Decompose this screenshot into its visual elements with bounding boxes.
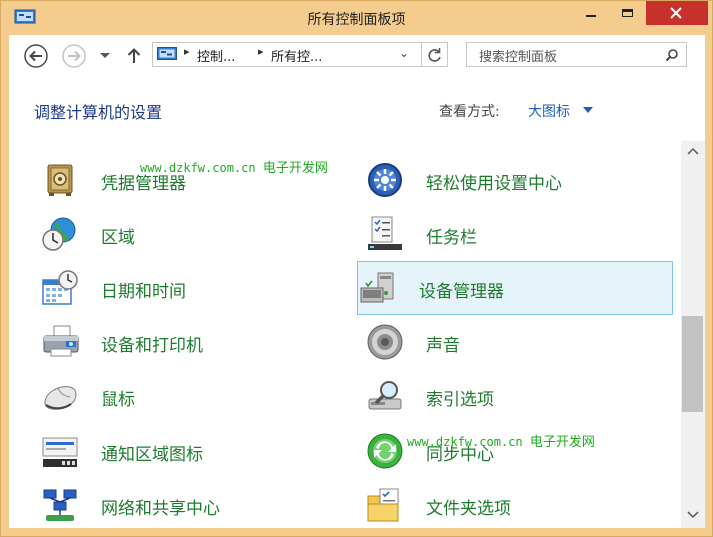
item-label: 设备和打印机: [101, 336, 203, 356]
item-label: 轻松使用设置中心: [426, 174, 562, 194]
vertical-scrollbar[interactable]: [681, 141, 705, 528]
close-icon: [670, 7, 682, 19]
mouse-icon: [44, 386, 77, 410]
refresh-icon: [428, 48, 441, 62]
index-search-icon: [368, 381, 402, 410]
network-sharing-icon: [43, 489, 77, 521]
back-button[interactable]: [23, 43, 49, 69]
items-grid: 凭据管理器 轻松使用设置中心 区域 任务栏 日期和时间 设备管理器 设备和打印机…: [9, 141, 681, 528]
folder-options-icon: [367, 488, 399, 522]
back-arrow-icon: [24, 44, 48, 68]
item-mouse[interactable]: 鼠标: [26, 369, 342, 423]
view-dropdown-arrow-icon[interactable]: [583, 107, 593, 113]
forward-arrow-icon: [62, 44, 86, 68]
item-ease-of-access[interactable]: 轻松使用设置中心: [351, 153, 667, 207]
sync-center-icon: [367, 433, 403, 469]
close-button[interactable]: [646, 1, 708, 25]
item-label: 任务栏: [426, 228, 477, 248]
search-placeholder: 搜索控制面板: [479, 50, 558, 65]
item-device-manager[interactable]: 设备管理器: [357, 261, 673, 315]
item-label: 日期和时间: [101, 282, 186, 302]
up-arrow-icon: [127, 48, 141, 63]
address-bar[interactable]: ▸ 控制... ▸ 所有控... ⌄: [152, 42, 422, 67]
title-bar[interactable]: 所有控制面板项: [1, 1, 712, 35]
up-button[interactable]: [125, 43, 143, 69]
scroll-up-icon[interactable]: [687, 147, 699, 155]
watermark-name: 电子开发网: [262, 161, 328, 176]
view-by-label: 查看方式:: [439, 104, 500, 120]
item-label: 网络和共享中心: [101, 499, 220, 519]
speaker-icon: [367, 324, 403, 360]
watermark-url: www.dzkfw.com.cn: [140, 161, 256, 175]
recent-locations-button[interactable]: [98, 43, 112, 69]
item-notification-area-icons[interactable]: 通知区域图标: [26, 424, 342, 478]
item-folder-options[interactable]: 文件夹选项: [351, 478, 667, 528]
item-label: 声音: [426, 336, 460, 356]
scroll-down-icon[interactable]: [687, 511, 699, 519]
printer-icon: [43, 325, 79, 357]
navigation-bar: ▸ 控制... ▸ 所有控... ⌄ 搜索控制面板: [9, 35, 705, 77]
control-panel-icon: [157, 47, 177, 60]
watermark-url: www.dzkfw.com.cn: [407, 435, 523, 449]
breadcrumb-all-items[interactable]: 所有控...: [271, 46, 322, 65]
calendar-clock-icon: [42, 270, 78, 305]
item-label: 鼠标: [101, 390, 135, 410]
view-by-dropdown[interactable]: 大图标: [528, 101, 570, 121]
breadcrumb-separator-icon[interactable]: ▸: [258, 45, 264, 58]
item-label: 通知区域图标: [101, 445, 203, 465]
item-date-time[interactable]: 日期和时间: [26, 261, 342, 315]
forward-button[interactable]: [61, 43, 87, 69]
minimize-button[interactable]: [569, 1, 613, 25]
device-manager-icon: [360, 272, 394, 303]
page-title: 调整计算机的设置: [34, 103, 163, 122]
item-label: 文件夹选项: [426, 499, 511, 519]
item-region[interactable]: 区域: [26, 207, 342, 261]
control-panel-window: 所有控制面板项 ▸ 控制... ▸ 所有控... ⌄ 搜索控制面板 调整计算机的…: [0, 0, 713, 537]
item-label: 区域: [101, 228, 135, 248]
watermark-1: www.dzkfw.com.cn 电子开发网: [140, 157, 328, 176]
maximize-button[interactable]: [613, 1, 645, 25]
item-devices-printers[interactable]: 设备和打印机: [26, 315, 342, 369]
scrollbar-thumb[interactable]: [682, 316, 703, 412]
content-header: 调整计算机的设置 查看方式: 大图标: [9, 77, 705, 141]
refresh-button[interactable]: [422, 42, 448, 67]
taskbar-checklist-icon: [368, 216, 402, 250]
address-dropdown-icon[interactable]: ⌄: [399, 46, 409, 60]
search-icon[interactable]: [665, 48, 679, 62]
notification-area-icon: [42, 437, 78, 467]
item-indexing-options[interactable]: 索引选项: [351, 369, 667, 423]
ease-of-access-icon: [368, 163, 402, 197]
item-network-sharing-center[interactable]: 网络和共享中心: [26, 478, 342, 528]
item-label: 索引选项: [426, 390, 494, 410]
item-label: 设备管理器: [419, 282, 504, 302]
breadcrumb-control-panel[interactable]: 控制...: [197, 46, 235, 65]
watermark-name: 电子开发网: [529, 435, 595, 450]
chevron-down-icon: [100, 53, 110, 58]
item-taskbar[interactable]: 任务栏: [351, 207, 667, 261]
item-sound[interactable]: 声音: [351, 315, 667, 369]
search-box[interactable]: 搜索控制面板: [466, 42, 687, 67]
breadcrumb-separator-icon[interactable]: ▸: [184, 45, 190, 58]
credential-vault-icon: [47, 164, 73, 196]
watermark-2: www.dzkfw.com.cn 电子开发网: [407, 431, 595, 450]
region-clock-globe-icon: [42, 217, 76, 251]
